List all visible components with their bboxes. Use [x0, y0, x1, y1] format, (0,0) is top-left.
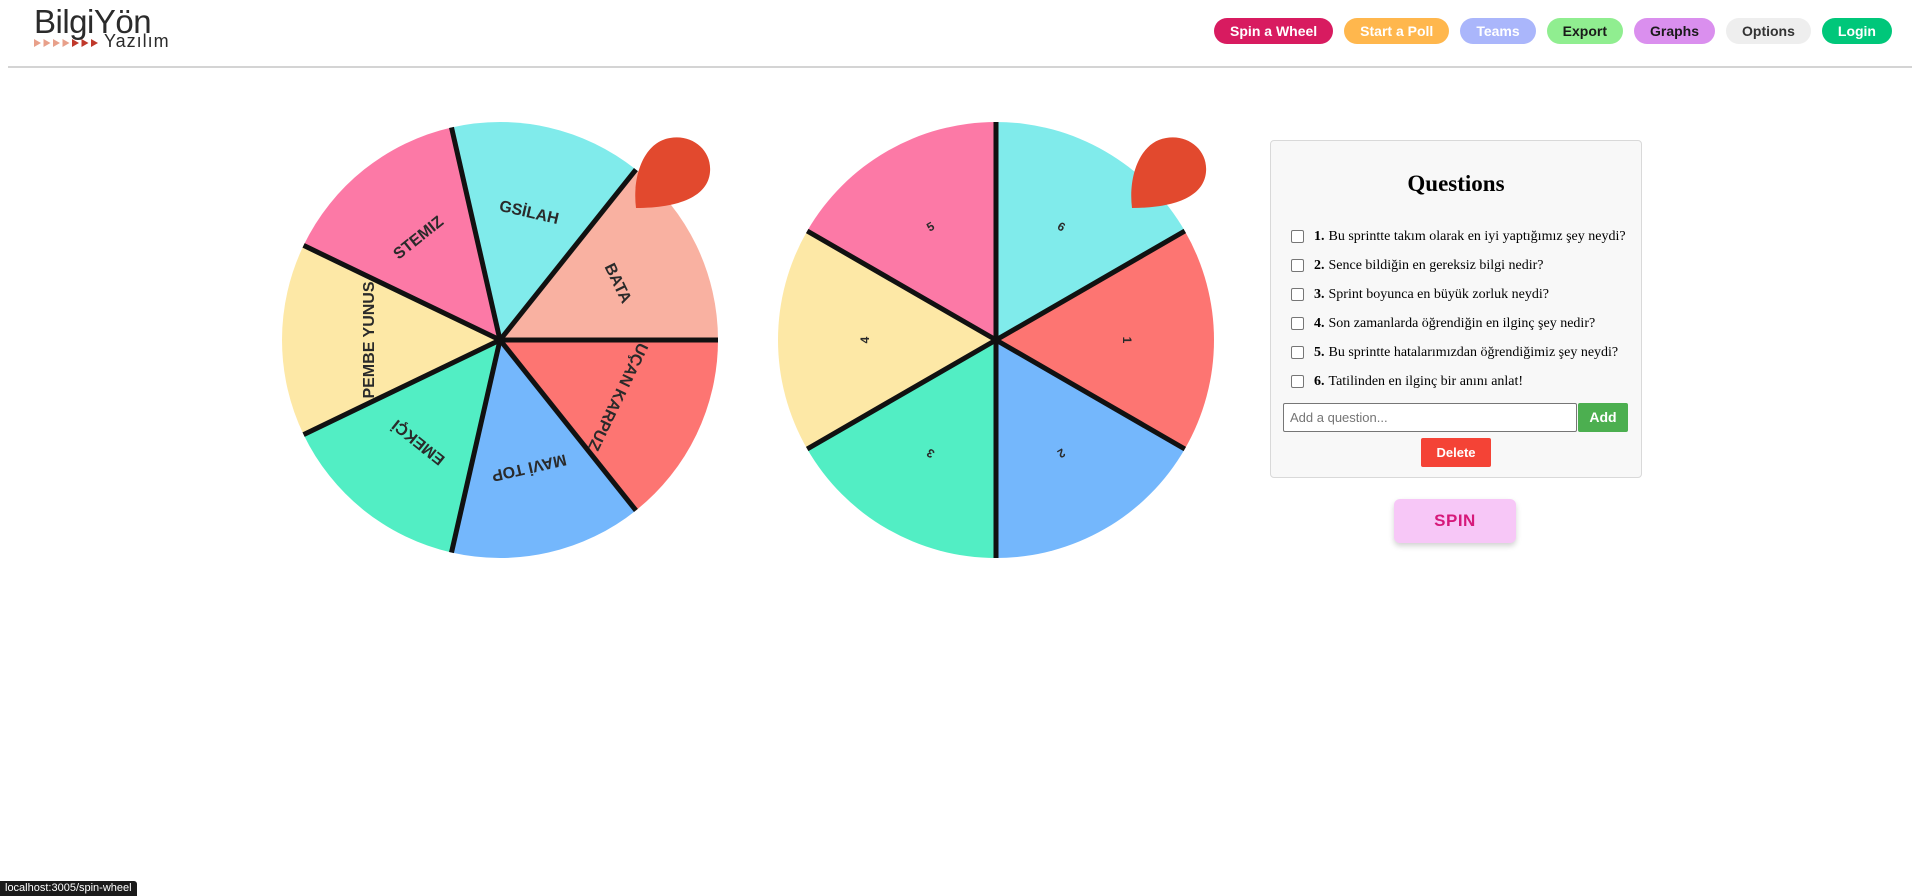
question-checkbox[interactable] — [1291, 230, 1304, 243]
nav-graphs-button[interactable]: Graphs — [1633, 18, 1715, 44]
questions-panel: Questions 1. Bu sprintte takım olarak en … — [1270, 140, 1642, 478]
wheel-segment-label: 4 — [858, 336, 872, 343]
logo-sub-text: Yazılım — [104, 31, 170, 51]
nav-options-button[interactable]: Options — [1726, 18, 1811, 44]
question-number: 3. — [1314, 286, 1325, 302]
spin-button[interactable]: SPIN — [1394, 499, 1516, 543]
wheel-segment-label: PEMBE YUNUS — [361, 281, 378, 398]
bilgiyon-logo[interactable]: BilgiYön Yazılım — [34, 4, 194, 52]
main-nav: Spin a Wheel Start a Poll Teams Export Graph… — [1214, 18, 1892, 44]
question-text: Tatilinden en ilginç bir anını anlat! — [1328, 373, 1524, 389]
question-text: Sprint boyunca en büyük zorluk neydi? — [1328, 286, 1549, 302]
wheel-svg: BATAGSİLAHSTEMIZPEMBE YUNUSEMEKÇİ MAVİ TO… — [282, 122, 718, 558]
question-number: 5. — [1314, 344, 1325, 360]
wheel-pointer-icon — [635, 137, 711, 208]
wheel-svg: 6543 21 — [778, 122, 1214, 558]
question-text: Bu sprintte takım olarak en iyi yaptığım… — [1328, 228, 1626, 244]
question-checkbox[interactable] — [1291, 375, 1304, 388]
wheel-segment-label: 1 — [1120, 337, 1134, 344]
questions-list: 1. Bu sprintte takım olarak en iyi yaptığ… — [1291, 222, 1626, 396]
nav-login-button[interactable]: Login — [1821, 18, 1892, 44]
top-navbar: BilgiYön Yazılım Spin a Wheel Start a Pol… — [8, 0, 1912, 68]
add-question-button[interactable]: Add — [1578, 403, 1628, 432]
logo-arrows-icon — [34, 39, 98, 47]
question-item: 3. Sprint boyunca en büyük zorluk neydi? — [1291, 280, 1626, 309]
nav-export-button[interactable]: Export — [1546, 18, 1623, 44]
question-item: 2. Sence bildiğin en gereksiz bilgi nedir… — [1291, 251, 1626, 280]
question-item: 4. Son zamanlarda öğrendiğin en ilginç şe… — [1291, 309, 1626, 338]
question-number: 2. — [1314, 257, 1325, 273]
question-number: 6. — [1314, 373, 1325, 389]
teams-wheel[interactable]: BATA GSİLAH STEMIZ PEMBE YUNUS EMEKÇİ MAVİ TO… — [280, 120, 720, 560]
question-number: 4. — [1314, 315, 1325, 331]
question-checkbox[interactable] — [1291, 346, 1304, 359]
add-question-row: Add a question... Add — [1283, 403, 1628, 432]
numbers-wheel[interactable]: 654321 — [776, 120, 1216, 560]
question-text: Bu sprintte hatalarımızdan öğrendiğimiz … — [1328, 344, 1619, 360]
question-checkbox[interactable] — [1291, 288, 1304, 301]
question-checkbox[interactable] — [1291, 317, 1304, 330]
question-number: 1. — [1314, 228, 1325, 244]
add-question-input[interactable]: Add a question... — [1283, 403, 1577, 432]
question-text: Sence bildiğin en gereksiz bilgi nedir? — [1328, 257, 1544, 273]
question-checkbox[interactable] — [1291, 259, 1304, 272]
wheel-pointer-icon — [1131, 137, 1207, 208]
question-item: 1. Bu sprintte takım olarak en iyi yaptığ… — [1291, 222, 1626, 251]
nav-teams-button[interactable]: Teams — [1460, 18, 1536, 44]
nav-spin-a-wheel-button[interactable]: Spin a Wheel — [1214, 18, 1334, 44]
questions-title: Questions — [1407, 171, 1505, 196]
question-item: 5. Bu sprintte hatalarımızdan öğrendiğimi… — [1291, 338, 1626, 367]
question-item: 6. Tatilinden en ilginç bir anını anlat! — [1291, 367, 1626, 396]
nav-start-a-poll-button[interactable]: Start a Poll — [1344, 18, 1450, 44]
question-text: Son zamanlarda öğrendiğin en ilginç şey … — [1328, 315, 1596, 331]
delete-question-button[interactable]: Delete — [1421, 438, 1491, 467]
status-bar-url: localhost:3005/spin-wheel — [0, 881, 137, 896]
